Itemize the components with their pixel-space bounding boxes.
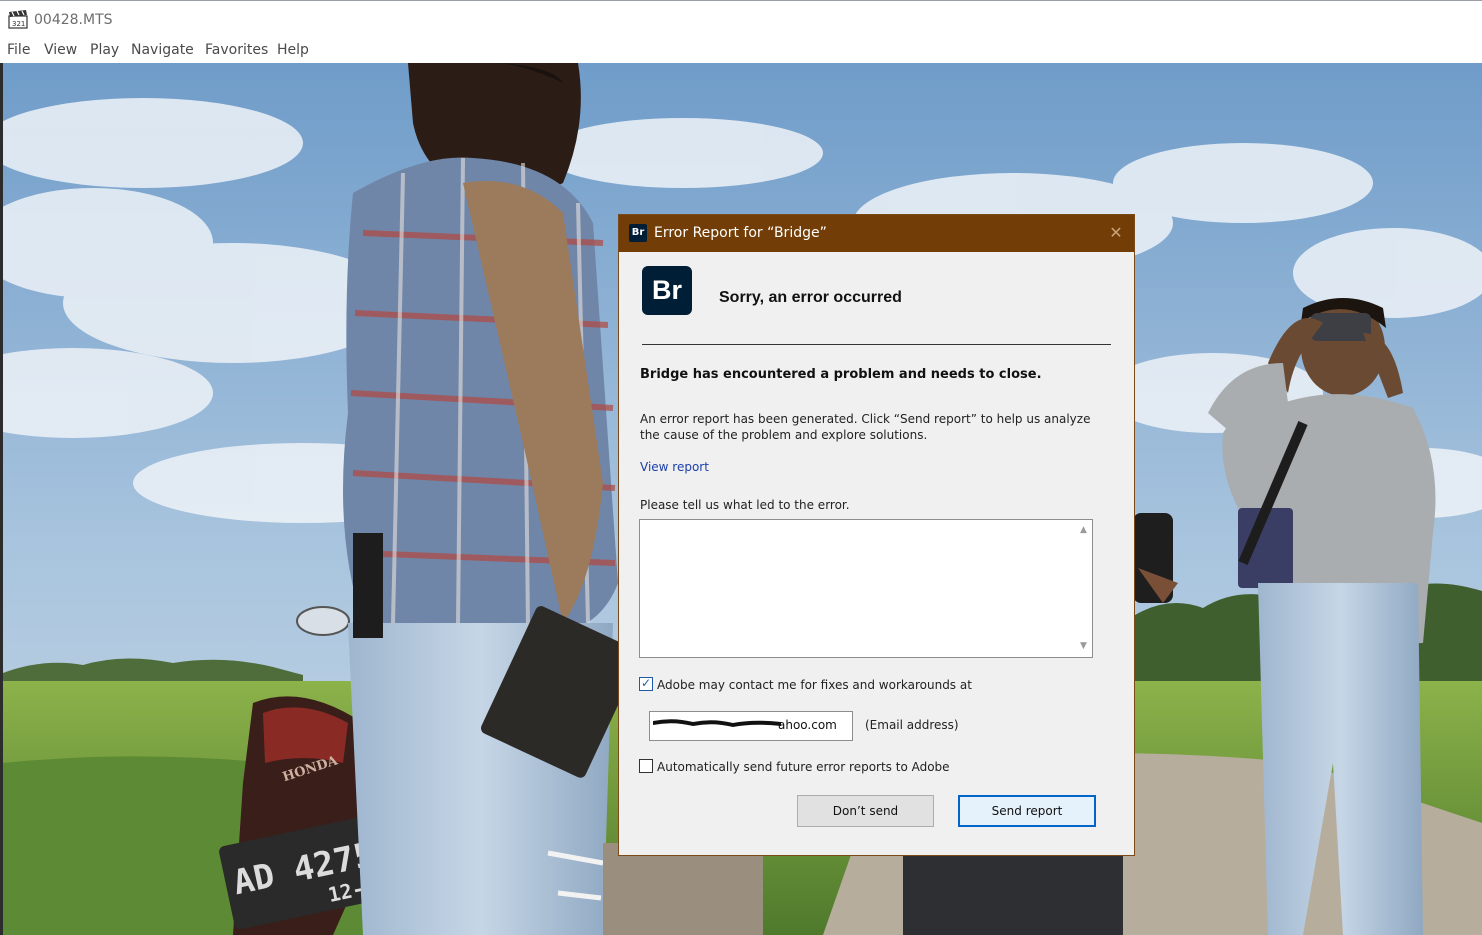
window-title: 00428.MTS [34,12,113,28]
scroll-up-icon[interactable]: ▲ [1079,526,1088,535]
dialog-titlebar[interactable]: Br Error Report for “Bridge” ✕ [619,215,1134,252]
scroll-down-icon[interactable]: ▼ [1079,642,1088,651]
textarea-scrollbar[interactable]: ▲ ▼ [1075,520,1092,657]
email-field[interactable]: ahoo.com [649,711,853,741]
dont-send-button[interactable]: Don’t send [797,795,934,827]
dialog-title: Error Report for “Bridge” [654,225,827,241]
error-description: An error report has been generated. Clic… [640,412,1091,442]
auto-send-checkbox[interactable] [639,759,653,773]
feedback-prompt: Please tell us what led to the error. [640,498,850,512]
clapperboard-icon: 321 [8,10,28,29]
contact-checkbox[interactable]: ✓ [639,676,653,691]
window-titlebar: 321 00428.MTS [0,0,1482,38]
menu-favorites[interactable]: Favorites [205,42,268,58]
svg-text:321: 321 [12,20,25,28]
redaction-mark [653,719,781,727]
close-icon[interactable]: ✕ [1106,223,1126,243]
bridge-logo: Br [642,266,692,315]
menu-navigate[interactable]: Navigate [131,42,194,58]
heading-divider [642,344,1111,345]
contact-checkbox-label: Adobe may contact me for fixes and worka… [657,678,972,692]
checkmark-icon: ✓ [641,676,652,690]
email-value: ahoo.com [778,718,837,732]
error-report-dialog: Br Error Report for “Bridge” ✕ Br Sorry,… [618,214,1135,856]
send-report-button[interactable]: Send report [958,795,1096,827]
menu-view[interactable]: View [44,42,77,58]
auto-send-label: Automatically send future error reports … [657,760,950,774]
menu-file[interactable]: File [7,42,30,58]
menu-bar: File View Play Navigate Favorites Help [0,38,1482,63]
bridge-app-icon: Br [629,224,647,242]
view-report-link[interactable]: View report [640,460,709,474]
feedback-textarea[interactable]: ▲ ▼ [639,519,1093,658]
menu-help[interactable]: Help [277,42,309,58]
email-hint: (Email address) [865,718,959,732]
menu-play[interactable]: Play [90,42,119,58]
error-summary: Bridge has encountered a problem and nee… [640,367,1042,382]
dialog-heading: Sorry, an error occurred [719,289,902,306]
